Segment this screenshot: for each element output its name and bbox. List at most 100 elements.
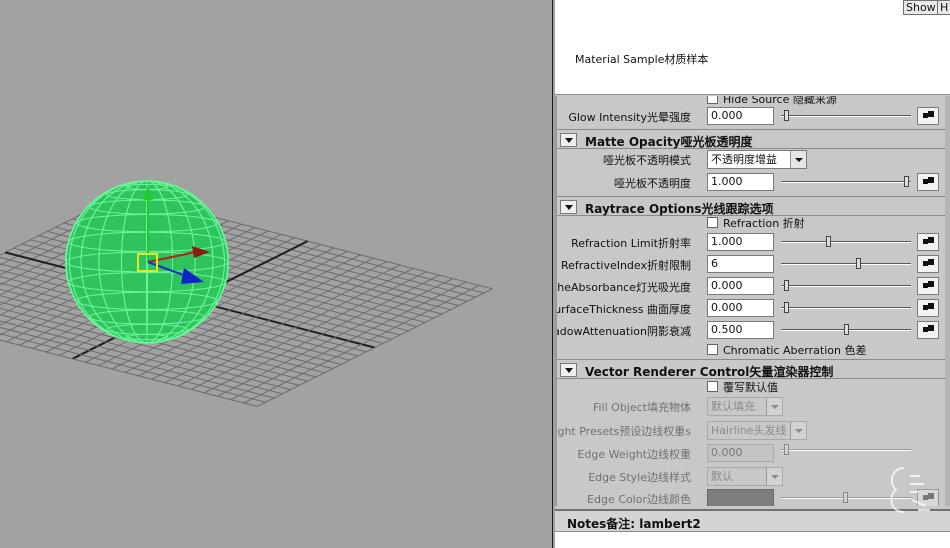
glow-intensity-label: Glow Intensity光晕强度 (568, 111, 691, 124)
fill-object-dropdown[interactable]: 默认填充 (707, 397, 783, 416)
chevron-down-icon (790, 151, 806, 168)
glow-intensity-slider[interactable] (781, 110, 911, 121)
surface-thickness-label: SurfaceThickness 曲面厚度 (555, 303, 691, 316)
refraction-row: Refraction 折射 (557, 213, 950, 231)
matte-opacity-map-button[interactable] (917, 173, 939, 191)
raytrace-row-1: RefractiveIndex折射限制 6 (557, 253, 950, 275)
matte-mode-label: 哑光板不透明模式 (603, 154, 691, 167)
light-absorbance-label: gheAbsorbance灯光吸光度 (555, 281, 691, 294)
surface-thickness-map-button[interactable] (917, 299, 939, 317)
raytrace-row-2: gheAbsorbance灯光吸光度 0.000 (557, 275, 950, 297)
watermark-logo (890, 467, 930, 513)
shadow-attenuation-label: nadowAttenuation阴影衰减 (555, 325, 691, 338)
slider-thumb[interactable] (784, 110, 789, 121)
edge-weight-slider[interactable] (781, 444, 911, 455)
matte-mode-value: 不透明度增益 (711, 153, 777, 166)
slider-thumb[interactable] (843, 492, 848, 503)
refractive-index-label: RefractiveIndex折射限制 (560, 259, 691, 272)
shadow-attenuation-field[interactable]: 0.500 (707, 321, 774, 339)
triangle-down-icon[interactable] (560, 363, 577, 377)
attribute-editor: Show H Material Sample材质样本 Hide Source 隐… (555, 0, 950, 548)
viewport-3d[interactable] (0, 0, 552, 548)
raytrace-row-4: nadowAttenuation阴影衰减 0.500 (557, 319, 950, 341)
override-row: 覆写默认值 (557, 377, 950, 395)
matte-opacity-row: 哑光板不透明度 1.000 (557, 171, 950, 193)
slider-thumb[interactable] (784, 444, 789, 455)
matte-opacity-section[interactable]: Matte Opacity哑光板透明度 (557, 129, 950, 149)
matte-mode-row: 哑光板不透明模式 不透明度增益 (557, 148, 950, 170)
chromatic-row: Chromatic Aberration 色差 (557, 340, 950, 358)
raytrace-row-3: SurfaceThickness 曲面厚度 0.000 (557, 297, 950, 319)
weight-presets-value: Hairline头发线 (711, 424, 787, 437)
override-defaults-label: 覆写默认值 (723, 381, 778, 394)
hide-button[interactable]: H (937, 0, 950, 15)
grid-line (204, 274, 440, 394)
fill-object-value: 默认填充 (711, 400, 755, 413)
edge-weight-row: Edge Weight边线权重 0.000 (557, 442, 950, 464)
notes-text-area[interactable] (555, 531, 950, 548)
glow-intensity-row: Glow Intensity光晕强度 0.000 (557, 105, 950, 127)
surface-thickness-field[interactable]: 0.000 (707, 299, 774, 317)
slider-thumb[interactable] (856, 258, 861, 269)
slider-thumb[interactable] (844, 324, 849, 335)
chevron-down-icon (766, 398, 782, 415)
chromatic-aberration-label: Chromatic Aberration 色差 (723, 344, 867, 357)
slider-thumb[interactable] (784, 280, 789, 291)
weight-presets-label: ight Presets预设边线权重s (555, 425, 691, 438)
grid-line (256, 288, 493, 407)
attribute-scrollbar[interactable] (945, 96, 950, 506)
grid-line (190, 271, 427, 390)
vector-renderer-section[interactable]: Vector Renderer Control矢量渲染器控制 (557, 359, 950, 379)
refraction-limit-field[interactable]: 1.000 (707, 233, 774, 251)
light-absorbance-slider[interactable] (781, 280, 911, 291)
attribute-scroll-area[interactable]: Hide Source 隐藏来源 Glow Intensity光晕强度 0.00… (555, 96, 950, 506)
surface-thickness-slider[interactable] (781, 302, 911, 313)
weight-presets-dropdown[interactable]: Hairline头发线 (707, 421, 807, 440)
triangle-down-icon[interactable] (560, 133, 577, 147)
chevron-down-icon (766, 468, 782, 485)
viewport-scene (0, 180, 493, 407)
checkbox-icon (707, 344, 718, 355)
slider-thumb[interactable] (904, 176, 909, 187)
raytrace-row-0: Refraction Limit折射率 1.000 (557, 231, 950, 253)
triangle-down-icon[interactable] (560, 200, 577, 214)
shadow-attenuation-map-button[interactable] (917, 321, 939, 339)
refractive-index-map-button[interactable] (917, 255, 939, 273)
edge-color-label: Edge Color边线颜色 (587, 493, 691, 506)
slider-thumb[interactable] (826, 236, 831, 247)
refraction-limit-map-button[interactable] (917, 233, 939, 251)
grid-line (243, 284, 480, 404)
edge-color-swatch[interactable] (707, 489, 774, 506)
refraction-limit-slider[interactable] (781, 236, 911, 247)
glow-intensity-field[interactable]: 0.000 (707, 107, 774, 125)
edge-style-dropdown[interactable]: 默认 (707, 467, 783, 486)
checkbox-icon (707, 96, 718, 104)
grid-line (217, 278, 454, 397)
refractive-index-slider[interactable] (781, 258, 911, 269)
weight-presets-row: ight Presets预设边线权重s Hairline头发线 (557, 419, 950, 441)
fill-object-label: Fill Object填充物体 (592, 401, 691, 414)
fill-object-row: Fill Object填充物体 默认填充 (557, 395, 950, 417)
light-absorbance-map-button[interactable] (917, 277, 939, 295)
override-defaults-checkbox[interactable]: 覆写默认值 (707, 379, 778, 395)
chromatic-aberration-checkbox[interactable]: Chromatic Aberration 色差 (707, 342, 866, 358)
grid-line (230, 281, 467, 401)
edge-weight-label: Edge Weight边线权重 (577, 448, 691, 461)
material-sample-label: Material Sample材质样本 (575, 53, 709, 66)
show-button[interactable]: Show (903, 0, 939, 15)
matte-mode-dropdown[interactable]: 不透明度增益 (707, 150, 807, 169)
matte-opacity-field[interactable]: 1.000 (707, 173, 774, 191)
shadow-attenuation-slider[interactable] (781, 324, 911, 335)
notes-label: Notes备注: lambert2 (567, 517, 701, 531)
panel-divider[interactable] (552, 0, 553, 548)
matte-opacity-slider[interactable] (781, 176, 911, 187)
refraction-checkbox[interactable]: Refraction 折射 (707, 215, 805, 231)
slider-thumb[interactable] (784, 302, 789, 313)
edge-style-label: Edge Style边线样式 (588, 471, 691, 484)
light-absorbance-field[interactable]: 0.000 (707, 277, 774, 295)
chevron-down-icon (790, 422, 806, 439)
edge-weight-field[interactable]: 0.000 (707, 444, 774, 462)
refraction-limit-label: Refraction Limit折射率 (571, 237, 691, 250)
glow-map-button[interactable] (917, 107, 939, 125)
refractive-index-field[interactable]: 6 (707, 255, 774, 273)
